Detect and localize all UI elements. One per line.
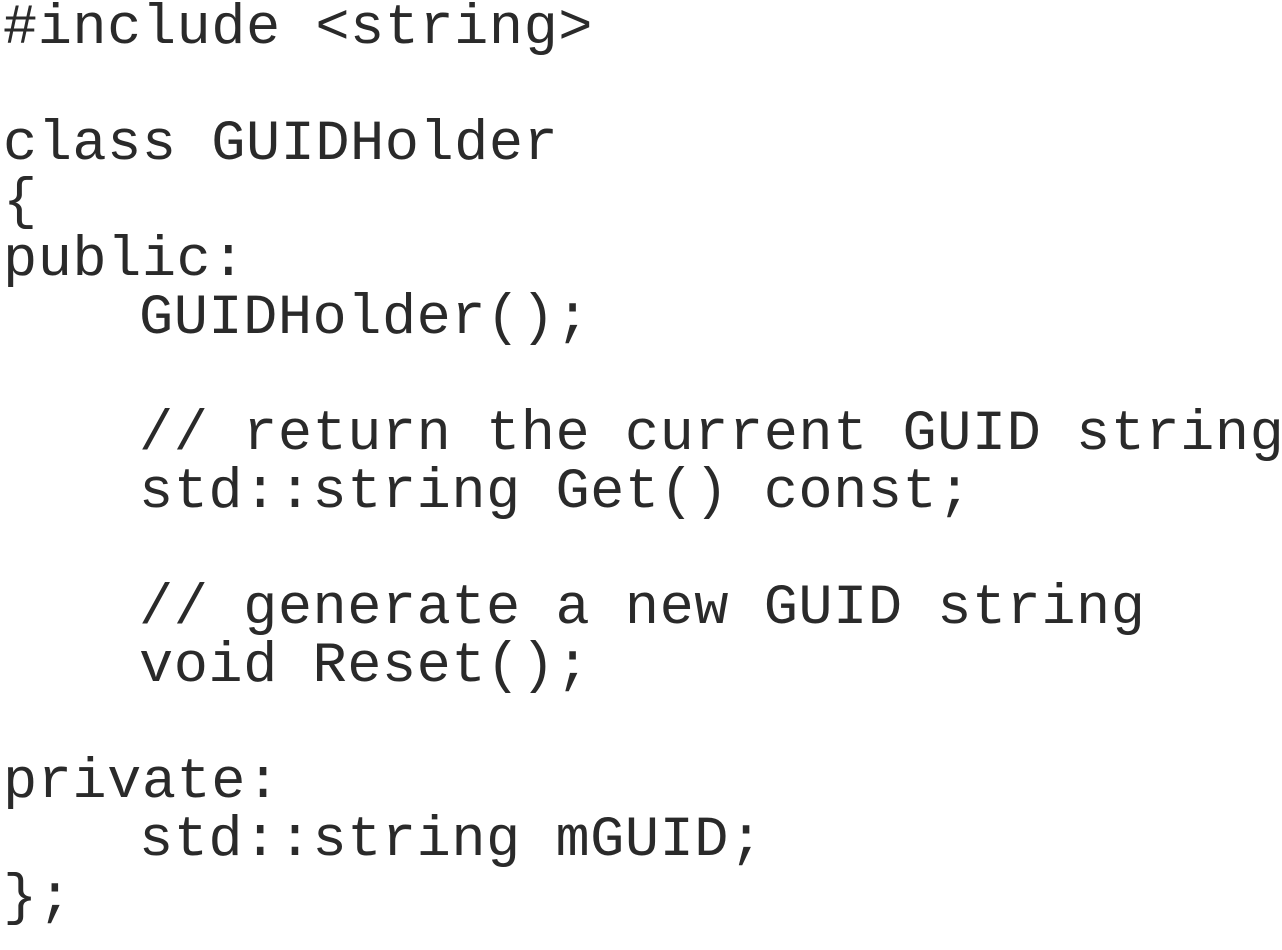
include-directive: #include <string>	[3, 0, 593, 61]
class-close-brace: };	[3, 867, 73, 931]
class-open-brace: {	[3, 171, 38, 235]
get-comment: // return the current GUID string	[139, 403, 1282, 467]
code-listing: #include <string> class GUIDHolder { pub…	[0, 0, 1282, 950]
get-method-declaration: std::string Get() const;	[139, 461, 972, 525]
member-variable-declaration: std::string mGUID;	[139, 809, 764, 873]
reset-method-declaration: void Reset();	[139, 635, 591, 699]
private-access-label: private:	[3, 751, 281, 815]
class-declaration: class GUIDHolder	[3, 113, 559, 177]
reset-comment: // generate a new GUID string	[139, 577, 1146, 641]
constructor-declaration: GUIDHolder();	[139, 287, 591, 351]
public-access-label: public:	[3, 229, 246, 293]
